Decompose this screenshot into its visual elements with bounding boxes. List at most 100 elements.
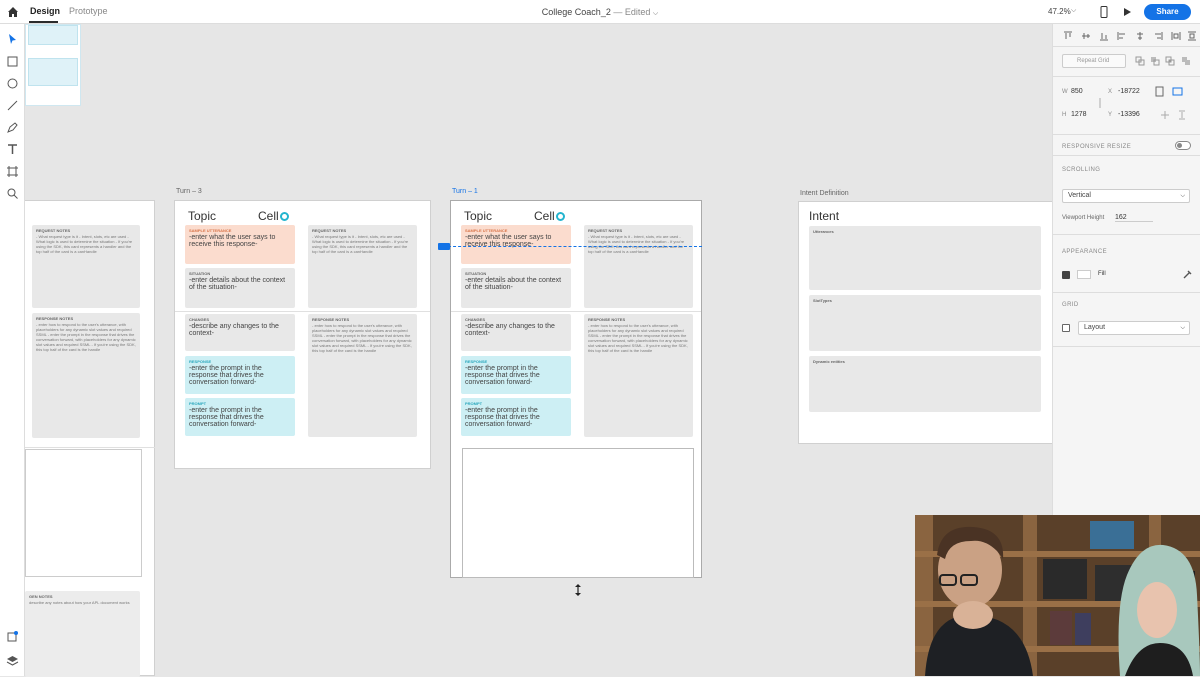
eyedropper-icon[interactable]	[1183, 270, 1192, 279]
artboard-tool-icon[interactable]	[6, 165, 19, 178]
divider	[25, 447, 155, 448]
viewport-height-field[interactable]: 162	[1115, 214, 1153, 222]
card-text: - enter how to respond to the user's utt…	[36, 322, 136, 352]
select-tool-icon[interactable]	[6, 33, 19, 46]
rectangle-tool-icon[interactable]	[6, 55, 19, 68]
dynamic-entities-card[interactable]: Dynamic entities	[809, 356, 1041, 412]
layers-panel-icon[interactable]	[6, 654, 19, 667]
situation-card[interactable]: SITUATION -enter details about the conte…	[461, 268, 571, 308]
boolean-add-icon[interactable]	[1135, 56, 1145, 66]
content-box[interactable]	[25, 449, 142, 577]
scrolling-select[interactable]: Vertical ⌵	[1062, 189, 1190, 203]
landscape-icon[interactable]	[1172, 86, 1183, 97]
request-notes-card[interactable]: REQUEST NOTES - What request type is it …	[308, 225, 417, 308]
align-left-icon[interactable]	[1117, 31, 1127, 41]
card-label: Utterances	[813, 229, 834, 234]
fill-checkbox[interactable]	[1062, 271, 1070, 279]
divider	[1053, 155, 1200, 156]
share-button[interactable]: Share	[1144, 4, 1191, 20]
boolean-intersect-icon[interactable]	[1165, 56, 1175, 66]
changes-card[interactable]: CHANGES -describe any changes to the con…	[461, 314, 571, 351]
align-center-icon[interactable]	[1135, 31, 1145, 41]
card-label: CHANGES	[189, 317, 210, 322]
chevron-down-icon: ⌵	[1180, 325, 1185, 331]
card-text: -enter the prompt in the response that d…	[465, 365, 540, 386]
artboard-label-intent[interactable]: Intent Definition	[800, 190, 849, 197]
x-field[interactable]: -18722	[1118, 88, 1140, 95]
align-top-icon[interactable]	[1063, 31, 1073, 41]
request-notes-card[interactable]: REQUEST NOTES - What request type is it …	[584, 225, 693, 308]
card-text: -enter the prompt in the response that d…	[189, 365, 264, 386]
artboard-partial-left[interactable]: REQUEST NOTES - What request type is it …	[25, 200, 155, 677]
repeat-grid-button[interactable]: Repeat Grid	[1062, 54, 1126, 68]
width-field[interactable]: 850	[1071, 88, 1083, 95]
response-notes-card[interactable]: RESPONSE NOTES - enter how to respond to…	[584, 314, 693, 437]
align-bottom-icon[interactable]	[1099, 31, 1109, 41]
content-box[interactable]	[462, 448, 694, 578]
mobile-preview-icon[interactable]	[1100, 6, 1108, 18]
slot-types-card[interactable]: SlotTypes	[809, 295, 1041, 351]
chevron-down-icon[interactable]: ⌵	[1071, 7, 1076, 15]
grid-checkbox[interactable]	[1062, 324, 1070, 332]
canvas[interactable]: REQUEST NOTES - What request type is it …	[25, 24, 1052, 677]
height-field[interactable]: 1278	[1071, 111, 1087, 118]
prompt-card[interactable]: PROMPT -enter the prompt in the response…	[461, 398, 571, 436]
flip-vertical-icon[interactable]	[1177, 110, 1187, 120]
card-label: REQUEST NOTES	[588, 228, 623, 233]
distribute-icon[interactable]	[1171, 31, 1181, 41]
artboard-turn-3[interactable]: Topic Cell SAMPLE UTTERANCE -enter what …	[174, 200, 431, 469]
distribute-vertical-icon[interactable]	[1187, 31, 1197, 41]
situation-card[interactable]: SITUATION -enter details about the conte…	[185, 268, 295, 308]
sample-utterance-card[interactable]: SAMPLE UTTERANCE -enter what the user sa…	[461, 225, 571, 264]
response-card[interactable]: RESPONSE -enter the prompt in the respon…	[185, 356, 295, 394]
card-label: RESPONSE NOTES	[588, 317, 626, 322]
artboard-label-turn-3[interactable]: Turn – 3	[176, 188, 202, 195]
artboard-turn-1[interactable]: Topic Cell SAMPLE UTTERANCE -enter what …	[450, 200, 702, 578]
brand-o-icon	[279, 212, 289, 221]
zoom-tool-icon[interactable]	[6, 187, 19, 200]
boolean-subtract-icon[interactable]	[1150, 56, 1160, 66]
edit-status: — Edited	[613, 7, 651, 17]
scroll-height-indicator	[438, 246, 702, 247]
y-field[interactable]: -13396	[1118, 111, 1140, 118]
gen-notes-card[interactable]: GEN NOTES describe any notes about how y…	[25, 591, 140, 677]
response-card[interactable]: RESPONSE -enter the prompt in the respon…	[461, 356, 571, 394]
card-text: - What request type is it - Intent, slot…	[588, 234, 685, 254]
changes-card[interactable]: CHANGES -describe any changes to the con…	[185, 314, 295, 351]
resize-height-handle-icon[interactable]	[574, 584, 582, 596]
divider	[451, 311, 701, 312]
portrait-icon[interactable]	[1155, 86, 1164, 97]
response-notes-card[interactable]: RESPONSE NOTES - enter how to respond to…	[32, 313, 140, 438]
document-title[interactable]: College Coach_2 — Edited ⌵	[0, 7, 1200, 18]
text-tool-icon[interactable]	[6, 143, 19, 156]
pen-tool-icon[interactable]	[6, 121, 19, 134]
responsive-resize-toggle[interactable]	[1175, 141, 1191, 150]
utterances-card[interactable]: Utterances	[809, 226, 1041, 290]
brand-o-icon	[555, 212, 565, 221]
card-text: -enter what the user says to receive thi…	[189, 234, 276, 248]
boolean-exclude-icon[interactable]	[1181, 56, 1191, 66]
chevron-down-icon[interactable]: ⌵	[653, 10, 658, 17]
assets-panel-icon[interactable]	[6, 630, 19, 643]
prompt-card[interactable]: PROMPT -enter the prompt in the response…	[185, 398, 295, 436]
zoom-level[interactable]: 47.2%	[1048, 7, 1071, 16]
divider	[1053, 134, 1200, 135]
fill-swatch[interactable]	[1077, 270, 1091, 279]
sample-utterance-card[interactable]: SAMPLE UTTERANCE -enter what the user sa…	[185, 225, 295, 264]
artboard-label-turn-1[interactable]: Turn – 1	[452, 188, 478, 195]
ellipse-tool-icon[interactable]	[6, 77, 19, 90]
align-right-icon[interactable]	[1153, 31, 1163, 41]
align-middle-icon[interactable]	[1081, 31, 1091, 41]
card-label: SITUATION	[189, 271, 211, 276]
response-notes-card[interactable]: RESPONSE NOTES - enter how to respond to…	[308, 314, 417, 437]
grid-type-select[interactable]: Layout ⌵	[1078, 321, 1190, 335]
lock-aspect-icon[interactable]	[1097, 98, 1103, 108]
request-notes-card[interactable]: REQUEST NOTES - What request type is it …	[32, 225, 140, 308]
flip-horizontal-icon[interactable]	[1160, 110, 1170, 120]
line-tool-icon[interactable]	[6, 99, 19, 112]
viewport-height-handle[interactable]	[438, 243, 450, 250]
play-icon[interactable]	[1122, 7, 1132, 17]
artboard-intent-definition[interactable]: Intent Utterances SlotTypes Dynamic enti…	[798, 201, 1052, 444]
artboard-partial-top[interactable]	[25, 24, 81, 106]
divider	[1053, 76, 1200, 77]
